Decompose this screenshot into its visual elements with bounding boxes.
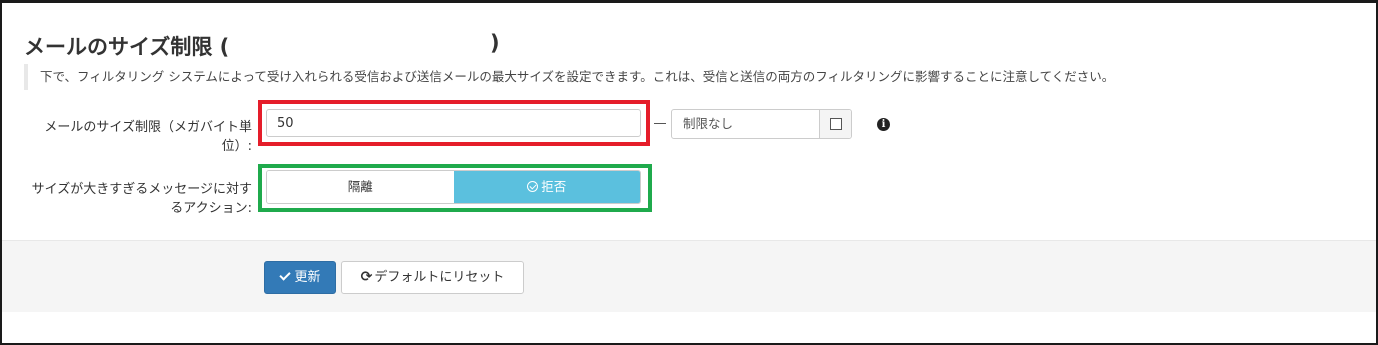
size-limit-label: メールのサイズ制限（メガバイト単 位）: (14, 118, 252, 156)
unlimited-label: 制限なし (683, 116, 734, 131)
size-limit-label-line1: メールのサイズ制限（メガバイト単 (44, 120, 252, 135)
reject-label: 拒否 (541, 179, 567, 194)
quarantine-label: 隔離 (347, 179, 373, 194)
size-limit-label-line2: 位）: (221, 139, 252, 154)
check-icon (279, 269, 292, 281)
refresh-icon: ⟳ (360, 269, 373, 285)
unlimited-checkbox-addon[interactable] (819, 110, 851, 138)
page-title: メールのサイズ制限 () (24, 31, 500, 61)
unlimited-checkbox[interactable] (829, 118, 842, 130)
unlimited-option[interactable]: 制限なし (671, 109, 852, 139)
check-circle-icon (527, 181, 539, 192)
size-limit-input[interactable] (266, 109, 641, 137)
action-label-line1: サイズが大きすぎるメッセージに対す (31, 182, 252, 197)
form-footer (2, 240, 1376, 312)
action-label-line2: るアクション: (170, 201, 252, 216)
update-button[interactable]: 更新 (264, 261, 336, 294)
reset-default-button[interactable]: ⟳ デフォルトにリセット (341, 261, 524, 294)
page-title-close-paren: ) (490, 31, 500, 55)
page-title-text: メールのサイズ制限 ( (24, 35, 230, 59)
page-description: 下で、フィルタリング システムによって受け入れられる受信および送信メールの最大サ… (24, 64, 1114, 90)
action-option-reject[interactable]: 拒否 (453, 171, 640, 203)
action-option-quarantine[interactable]: 隔離 (267, 171, 454, 203)
update-button-label: 更新 (294, 270, 321, 285)
info-circle-icon[interactable]: i (877, 118, 890, 131)
action-label: サイズが大きすぎるメッセージに対す るアクション: (6, 180, 252, 218)
action-toggle-group: 隔離 拒否 (266, 170, 641, 204)
dash-separator (654, 123, 666, 124)
reset-button-label: デフォルトにリセット (374, 270, 505, 285)
